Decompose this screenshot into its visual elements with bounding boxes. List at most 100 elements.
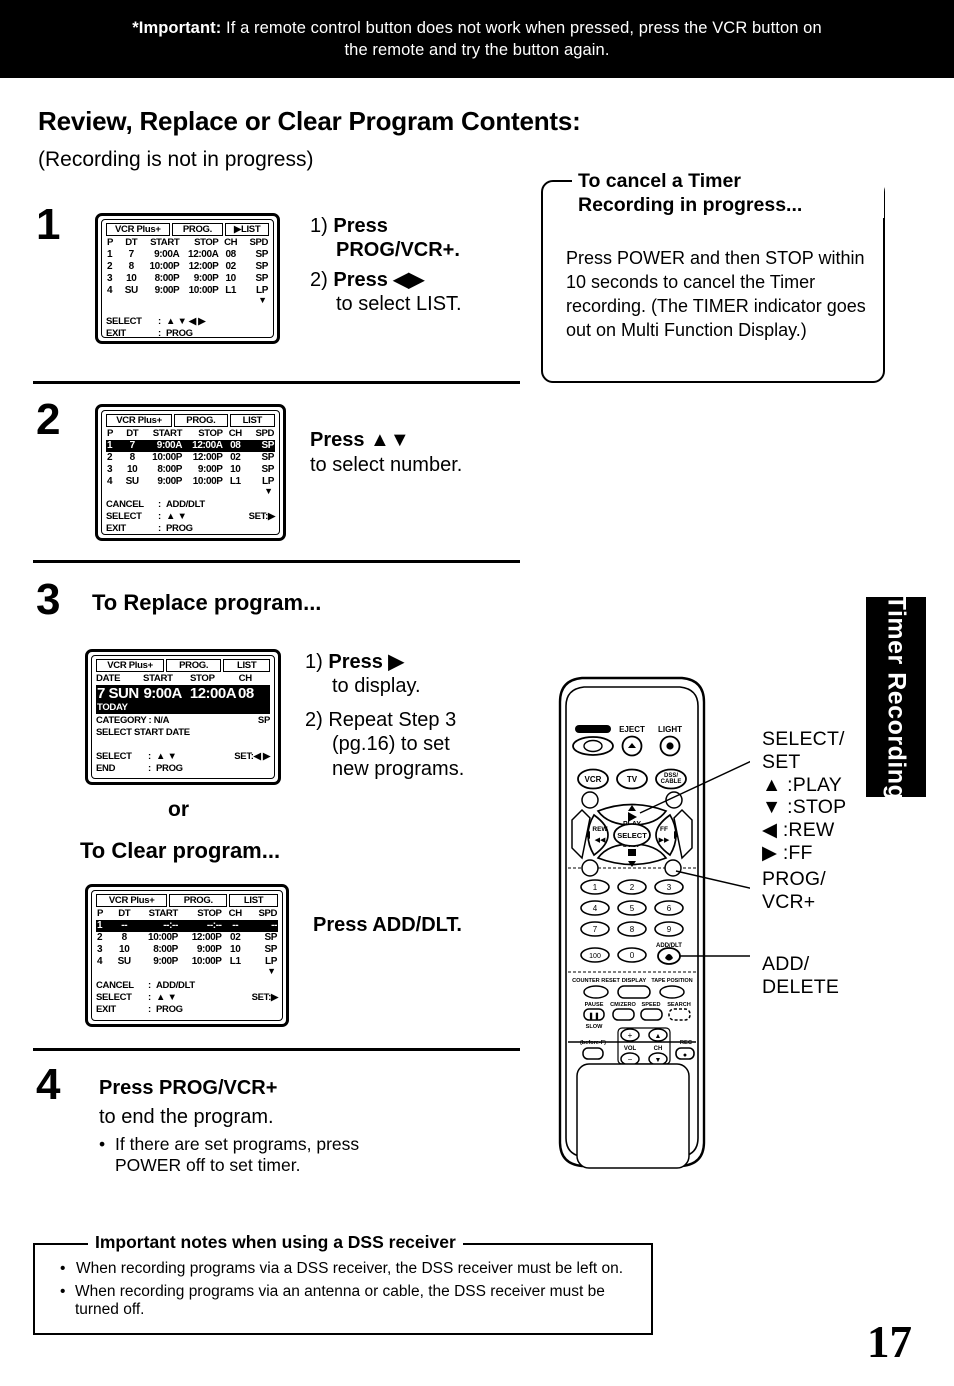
dss-note-item-2: When recording programs via an antenna o… — [74, 1282, 605, 1319]
bullet-icon: • — [99, 1134, 106, 1154]
table-row: 3 10 8:00P 9:00P 10 SP — [97, 944, 277, 955]
list-item: • When recording programs via a DSS rece… — [60, 1260, 640, 1279]
osd3-speed: SP — [257, 715, 270, 726]
step-4-line1: Press PROG/VCR+ — [99, 1077, 278, 1099]
side-button-tl[interactable] — [581, 791, 599, 809]
step-4-line2: to end the program. — [99, 1106, 274, 1128]
tape-position-label: TAPE POSITION — [651, 978, 692, 984]
step1-item1-verb: Press — [333, 215, 388, 237]
osd3-category: CATEGORY : N/A — [96, 715, 170, 726]
rec-icon: ● — [683, 1052, 687, 1059]
rec-label: REC — [680, 1040, 693, 1046]
before-fn-label: (before-F) — [580, 1040, 606, 1046]
speed-label: SPEED — [642, 1002, 661, 1008]
osd3-tab-list: LIST — [223, 659, 270, 672]
vol-up-icon: + — [628, 1031, 633, 1040]
manual-page: *Important: If a remote control button d… — [0, 0, 954, 1386]
step-3-number: 3 — [36, 575, 61, 624]
step-3-or-label: or — [168, 798, 189, 821]
num-1-label: 1 — [593, 883, 598, 892]
pause-label: PAUSE — [585, 1002, 604, 1008]
step-4-bullet-line1: If there are set programs, press — [115, 1134, 360, 1154]
search-button[interactable] — [668, 1008, 691, 1021]
display-button[interactable] — [617, 985, 651, 999]
step-2-instruction-line2: to select number. — [310, 454, 463, 476]
important-notice-banner: *Important: If a remote control button d… — [0, 0, 954, 78]
osd2-footer: CANCEL : ADD/DLT SELECT : ▲ ▼ SET:▶ EXIT… — [106, 499, 275, 534]
page-title: Review, Replace or Clear Program Content… — [38, 106, 581, 136]
osd3-selected-program: 7 SUN 9:00A 12:00A 08 TODAY — [96, 685, 270, 714]
section-tab-timer-recording: Timer Recording — [866, 597, 926, 797]
pause-icon: ❚❚ — [588, 1012, 600, 1020]
list-item: • When recording programs via an antenna… — [60, 1283, 640, 1320]
osd4-table: P DT START STOP CH SPD 1 -- --:-- --:-- … — [96, 908, 278, 968]
ch-down-icon: ▼ — [655, 1057, 662, 1064]
step-2-instruction-line1: Press ▲▼ — [310, 429, 410, 451]
scroll-down-icon: ▼ — [264, 486, 273, 496]
table-row-selected: 1 7 9:00A 12:00A 08 SP — [106, 440, 275, 452]
ff-label: FF — [660, 826, 668, 833]
cm-zero-button[interactable] — [612, 1008, 635, 1021]
scroll-down-icon: ▼ — [258, 295, 267, 305]
osd-screen-list-2: VCR Plus+ PROG. LIST P DT START STOP CH … — [95, 404, 286, 541]
important-text: If a remote control button does not work… — [226, 18, 822, 59]
step-4-bullet-line2: POWER off to set timer. — [115, 1155, 301, 1176]
rew-label: REW — [592, 826, 608, 833]
power-label — [575, 725, 611, 733]
osd4-tabs: VCR Plus+ PROG. LIST — [96, 894, 278, 907]
step-3-heading-clear: To Clear program... — [80, 838, 281, 863]
counter-reset-label: COUNTER RESET — [572, 978, 620, 984]
counter-reset-button[interactable] — [583, 985, 609, 999]
num-0-label: 0 — [630, 951, 635, 960]
step1-item2-verb: Press ◀▶ — [333, 269, 425, 291]
light-label: LIGHT — [658, 725, 682, 734]
num-2-label: 2 — [630, 883, 635, 892]
select-button-label: SELECT — [617, 831, 647, 840]
step1-item1-target: PROG/VCR+. — [336, 239, 460, 262]
divider-step3 — [33, 1048, 520, 1051]
slow-label: SLOW — [586, 1024, 603, 1030]
osd3-prompt: SELECT START DATE — [96, 727, 190, 738]
osd2-tab-prog: PROG. — [174, 414, 228, 427]
osd3-tabs: VCR Plus+ PROG. LIST — [96, 659, 270, 672]
osd3-tab-vcrplus: VCR Plus+ — [96, 659, 165, 672]
vcr-button-label: VCR — [585, 775, 602, 784]
remote-callout-select-set: SELECT/ SET ▲ :PLAY ▼ :STOP ◀ :REW ▶ :FF — [762, 728, 847, 865]
osd-screen-prog: VCR Plus+ PROG. LIST DATE START STOP CH … — [85, 649, 281, 785]
osd4-tab-vcrplus: VCR Plus+ — [96, 894, 168, 907]
step3-item1-number: 1) — [305, 651, 323, 673]
page-subtitle: (Recording is not in progress) — [38, 148, 314, 171]
scroll-down-icon: ▼ — [267, 966, 276, 976]
step-2-number: 2 — [36, 395, 61, 444]
osd3-tab-prog: PROG. — [166, 659, 222, 672]
osd2-header-row: P DT START STOP CH SPD — [107, 428, 274, 439]
prog-vcr-plus-button[interactable] — [664, 859, 682, 877]
rew-icon: ◀◀ — [595, 837, 606, 844]
important-label: *Important: — [132, 18, 222, 37]
speed-button[interactable] — [640, 1008, 663, 1021]
osd-screen-list-cleared: VCR Plus+ PROG. LIST P DT START STOP CH … — [85, 884, 289, 1027]
remote-callout-add-delete: ADD/ DELETE — [762, 953, 840, 998]
osd3-header-row: DATE START STOP CH — [96, 673, 252, 684]
osd1-table: P DT START STOP CH SPD 1 7 9:00A 12:00A … — [106, 237, 269, 297]
osd1-tabs: VCR Plus+ PROG. ▶LIST — [106, 223, 269, 236]
osd1-header-row: P DT START STOP CH SPD — [107, 237, 268, 248]
step3-item2-a: Repeat Step 3 — [328, 709, 457, 731]
dss-note-title: Important notes when using a DSS receive… — [88, 1232, 463, 1253]
side-button-bl[interactable] — [581, 859, 599, 877]
osd-screen-list-1: VCR Plus+ PROG. ▶LIST P DT START STOP CH… — [95, 213, 280, 344]
step-3-heading-replace: To Replace program... — [92, 590, 322, 615]
num-3-label: 3 — [667, 883, 672, 892]
table-row: 2 8 10:00P 12:00P 02 SP — [107, 261, 268, 272]
before-fn-button[interactable] — [582, 1047, 604, 1060]
eject-label: EJECT — [619, 725, 645, 734]
num-5-label: 5 — [630, 904, 635, 913]
tv-button-label: TV — [627, 775, 638, 784]
osd2-tab-list: LIST — [229, 414, 276, 427]
ch-label: CH — [654, 1046, 663, 1052]
tape-position-button[interactable] — [659, 985, 685, 999]
cable-label: CABLE — [661, 779, 682, 785]
step-3-instruction-2: 2) Repeat Step 3 (pg.16) to set new prog… — [305, 708, 464, 781]
osd4-footer: CANCEL : ADD/DLT SELECT : ▲ ▼ SET:▶ EXIT… — [96, 980, 278, 1015]
step3-item2-c: new programs. — [332, 757, 465, 780]
